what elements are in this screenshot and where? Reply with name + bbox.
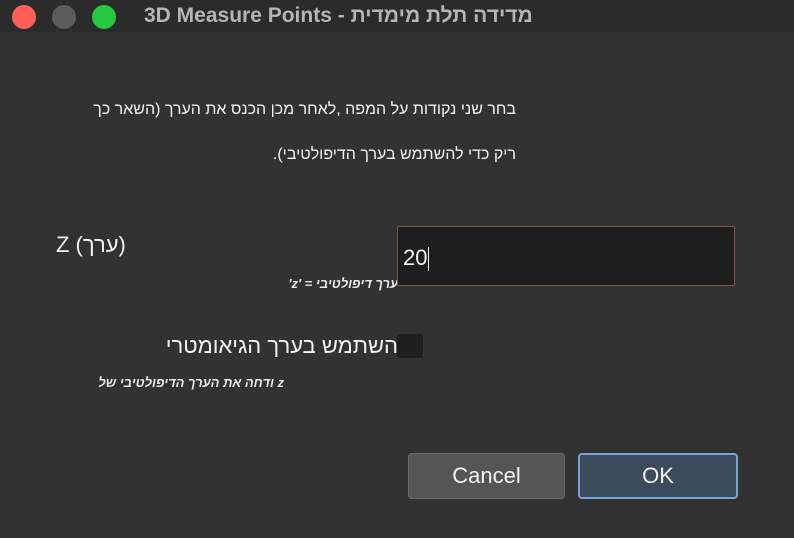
title-bar: 3D Measure Points - מדידה תלת מימדית — [0, 0, 794, 32]
cancel-button[interactable]: Cancel — [408, 453, 565, 499]
text-caret — [428, 247, 430, 272]
z-value-text: 20 — [403, 245, 428, 270]
z-default-hint: ערך דיפולטיבי = 'z' — [288, 276, 398, 291]
z-value-input[interactable]: 20 — [397, 226, 735, 286]
use-geometric-value-checkbox[interactable] — [397, 334, 423, 358]
minimize-window-button[interactable] — [52, 5, 76, 29]
dialog-window: 3D Measure Points - מדידה תלת מימדית בחר… — [0, 0, 794, 538]
window-title: 3D Measure Points - מדידה תלת מימדית — [144, 4, 533, 27]
instruction-line-1: בחר שני נקודות על המפה ,לאחר מכן הכנס את… — [93, 101, 516, 118]
geometric-value-hint: z ודחה את הערך הדיפולטיבי של — [98, 375, 284, 390]
close-window-button[interactable] — [12, 5, 36, 29]
z-value-label: Z (ערך) — [56, 232, 126, 257]
instruction-line-2: ריק כדי להשתמש בערך הדיפולטיבי). — [272, 146, 516, 163]
ok-button[interactable]: OK — [578, 453, 738, 499]
use-geometric-value-label: השתמש בערך הגיאומטרי — [165, 333, 398, 358]
zoom-window-button[interactable] — [92, 5, 116, 29]
